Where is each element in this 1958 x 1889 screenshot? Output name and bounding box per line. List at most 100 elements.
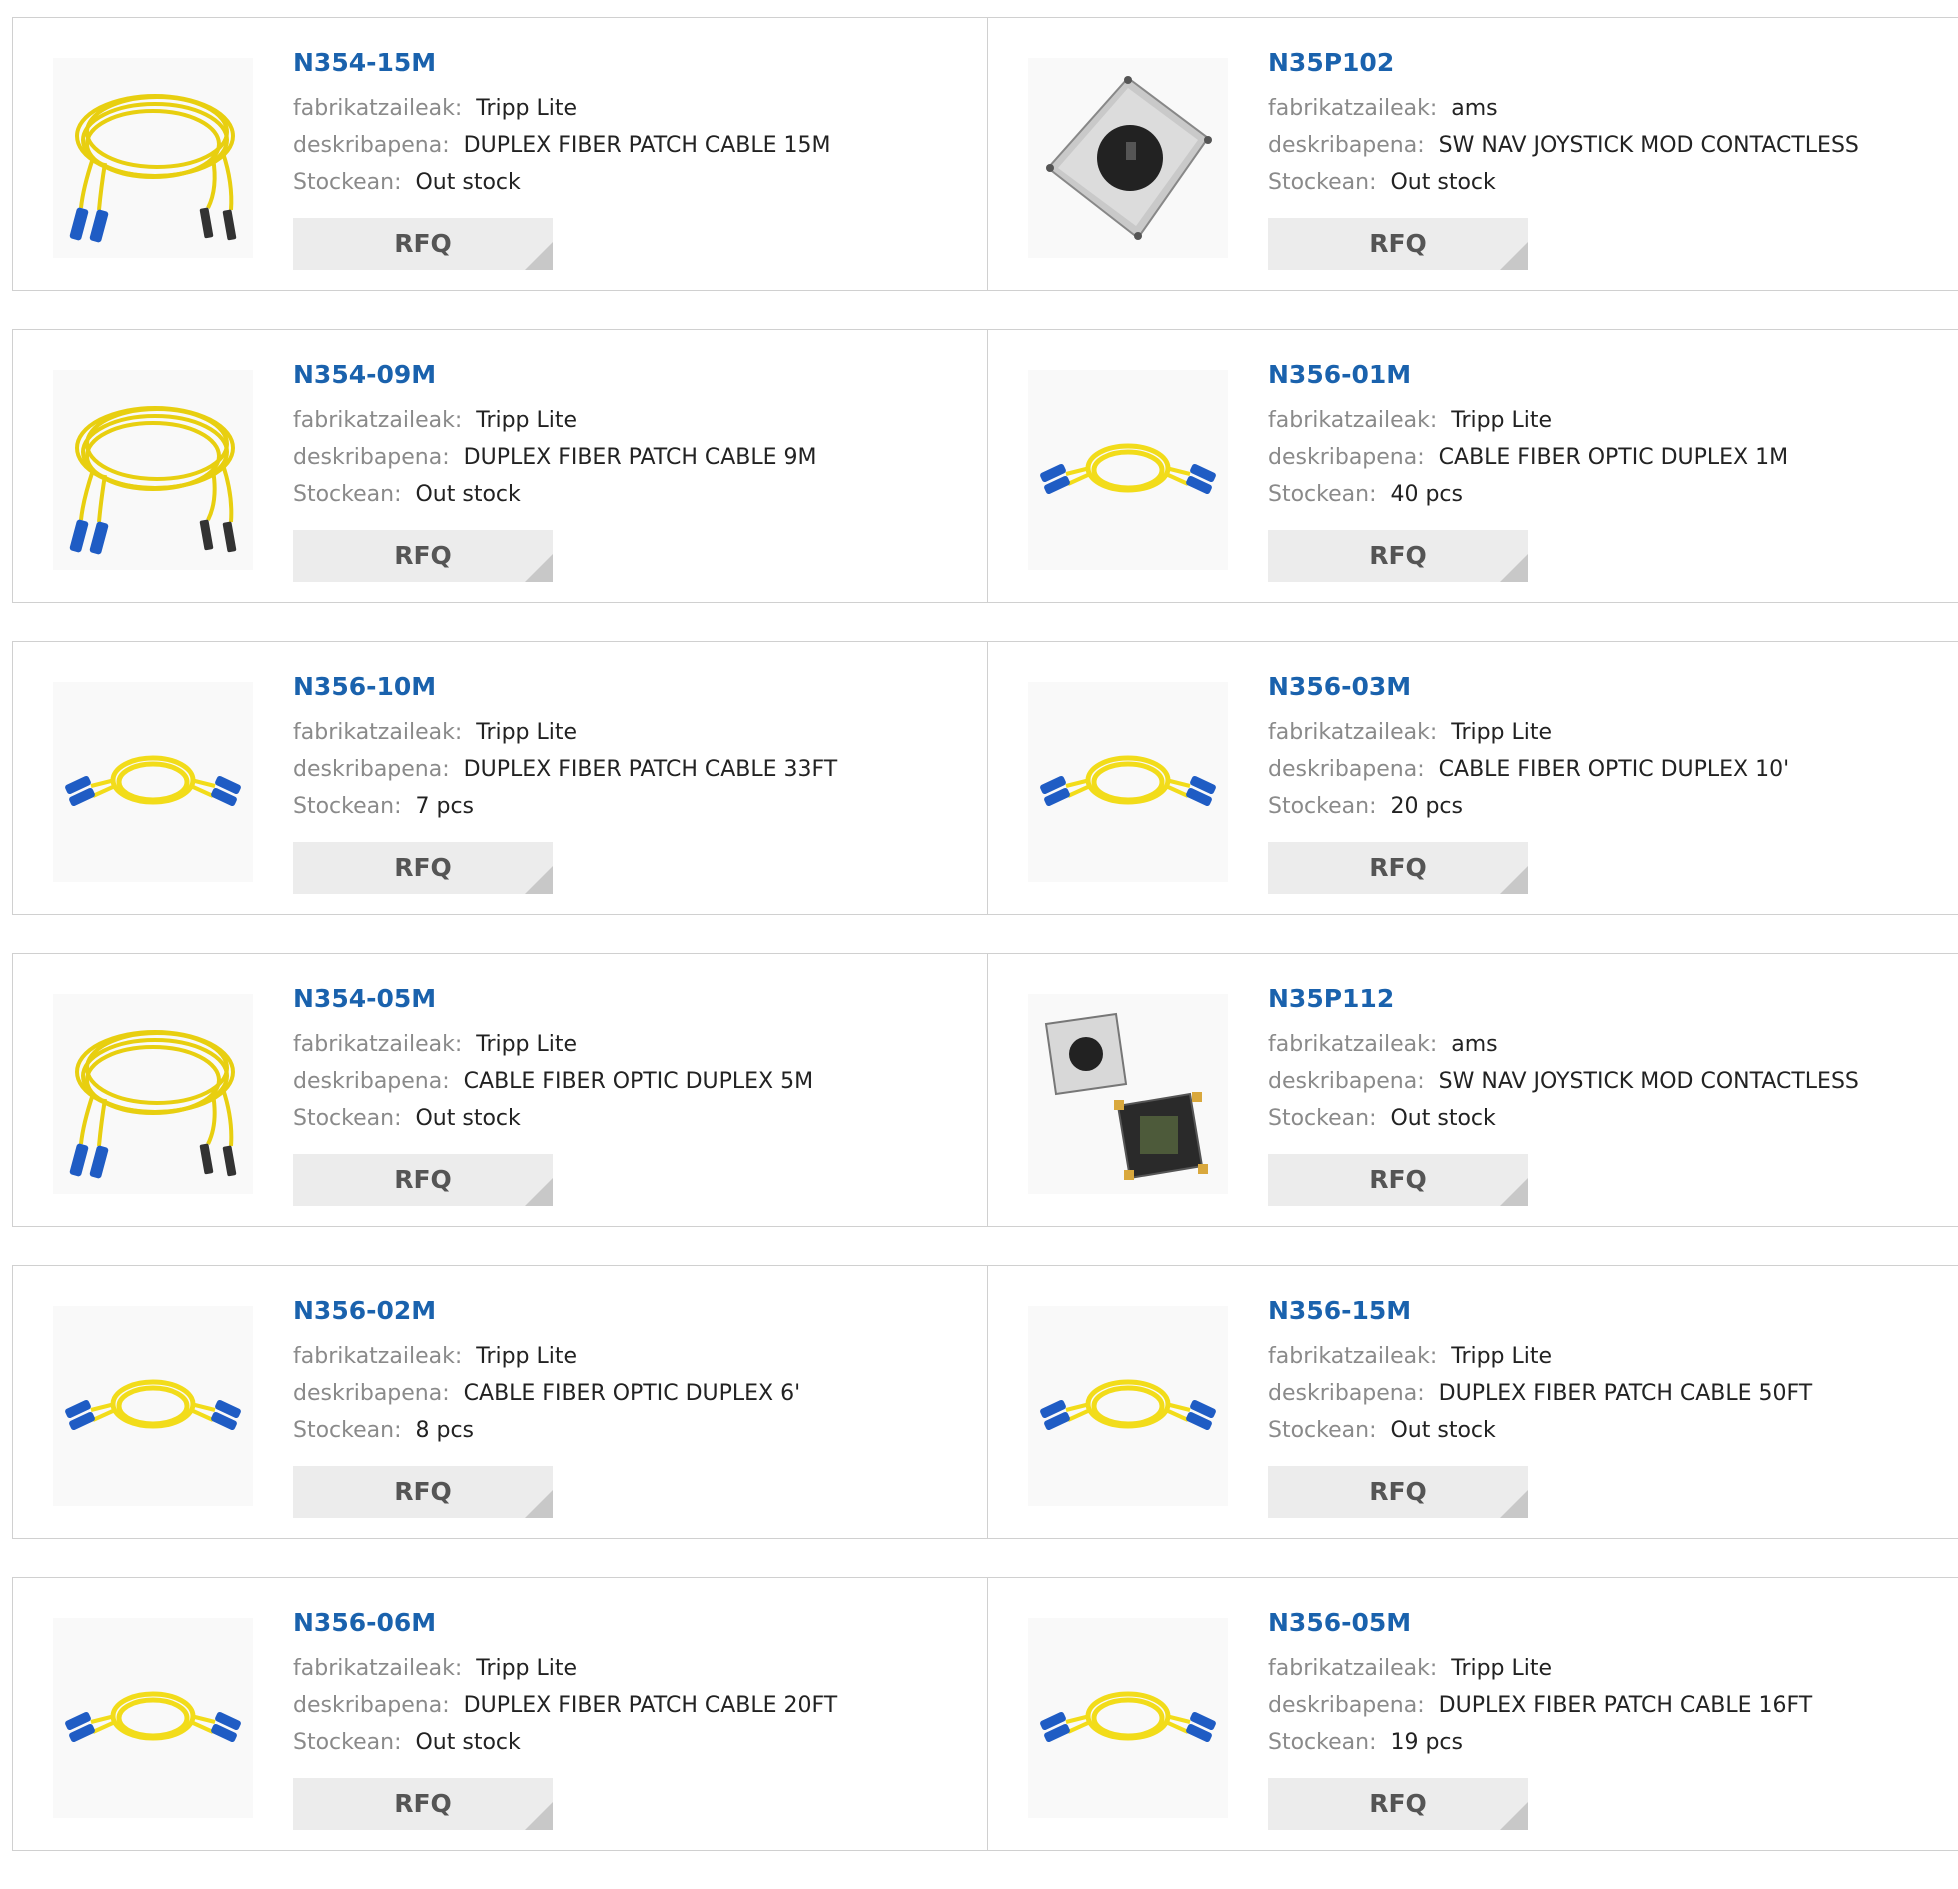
- corner-fold-icon: [525, 1802, 553, 1830]
- description-label: deskribapena:: [1268, 1693, 1425, 1718]
- description-value: DUPLEX FIBER PATCH CABLE 33FT: [463, 757, 838, 782]
- description-value: DUPLEX FIBER PATCH CABLE 9M: [463, 445, 817, 470]
- stock-label: Stockean:: [293, 1106, 402, 1131]
- manufacturer-label: fabrikatzaileak:: [1268, 1032, 1438, 1057]
- product-info: N356-06M fabrikatzaileak: Tripp Lite desk…: [293, 1608, 837, 1761]
- manufacturer-label: fabrikatzaileak:: [1268, 1656, 1438, 1681]
- corner-fold-icon: [1500, 1178, 1528, 1206]
- fiber-loop-sc-cable-icon: [1040, 1691, 1216, 1743]
- product-image[interactable]: [53, 1306, 253, 1506]
- product-image[interactable]: [53, 370, 253, 570]
- rfq-button[interactable]: RFQ: [1268, 1154, 1528, 1206]
- fiber-loop-sc-cable-icon: [1040, 755, 1216, 807]
- description-label: deskribapena:: [1268, 757, 1425, 782]
- product-image[interactable]: [53, 1618, 253, 1818]
- manufacturer-value: Tripp Lite: [476, 1344, 578, 1369]
- manufacturer-label: fabrikatzaileak:: [293, 1032, 463, 1057]
- product-card: N356-01M fabrikatzaileak: Tripp Lite desk…: [987, 330, 1958, 602]
- stock-label: Stockean:: [1268, 1418, 1377, 1443]
- part-number-link[interactable]: N35P102: [1268, 48, 1859, 78]
- part-number-link[interactable]: N356-03M: [1268, 672, 1789, 702]
- fiber-coil-st-cable-icon: [69, 1030, 237, 1179]
- description-line: deskribapena: DUPLEX FIBER PATCH CABLE 15…: [293, 127, 830, 164]
- description-label: deskribapena:: [293, 133, 450, 158]
- manufacturer-line: fabrikatzaileak: Tripp Lite: [293, 90, 830, 127]
- product-info: N356-10M fabrikatzaileak: Tripp Lite desk…: [293, 672, 837, 825]
- stock-value: Out stock: [415, 482, 521, 507]
- stock-label: Stockean:: [1268, 482, 1377, 507]
- rfq-button[interactable]: RFQ: [1268, 842, 1528, 894]
- product-image[interactable]: [1028, 682, 1228, 882]
- product-image[interactable]: [1028, 1618, 1228, 1818]
- description-label: deskribapena:: [293, 445, 450, 470]
- part-number-link[interactable]: N356-01M: [1268, 360, 1788, 390]
- product-image[interactable]: [1028, 370, 1228, 570]
- rfq-label: RFQ: [1369, 853, 1427, 882]
- product-image[interactable]: [53, 58, 253, 258]
- stock-line: Stockean: 40 pcs: [1268, 476, 1788, 513]
- rfq-button[interactable]: RFQ: [293, 1466, 553, 1518]
- part-number-link[interactable]: N356-05M: [1268, 1608, 1812, 1638]
- manufacturer-value: Tripp Lite: [1451, 1344, 1553, 1369]
- rfq-label: RFQ: [1369, 1477, 1427, 1506]
- part-number-link[interactable]: N35P112: [1268, 984, 1859, 1014]
- part-number-link[interactable]: N356-02M: [293, 1296, 800, 1326]
- rfq-button[interactable]: RFQ: [293, 530, 553, 582]
- product-image[interactable]: [53, 682, 253, 882]
- description-value: DUPLEX FIBER PATCH CABLE 16FT: [1438, 1693, 1813, 1718]
- stock-label: Stockean:: [1268, 1106, 1377, 1131]
- rfq-button[interactable]: RFQ: [293, 1154, 553, 1206]
- manufacturer-label: fabrikatzaileak:: [293, 1344, 463, 1369]
- part-number-link[interactable]: N354-05M: [293, 984, 813, 1014]
- rfq-label: RFQ: [1369, 541, 1427, 570]
- product-row: N356-10M fabrikatzaileak: Tripp Lite desk…: [12, 641, 1958, 915]
- product-image[interactable]: [53, 994, 253, 1194]
- product-row: N354-15M fabrikatzaileak: Tripp Lite desk…: [12, 17, 1958, 291]
- rfq-button[interactable]: RFQ: [293, 842, 553, 894]
- product-image[interactable]: [1028, 58, 1228, 258]
- description-line: deskribapena: DUPLEX FIBER PATCH CABLE 33…: [293, 751, 837, 788]
- stock-line: Stockean: Out stock: [1268, 1100, 1859, 1137]
- description-line: deskribapena: DUPLEX FIBER PATCH CABLE 16…: [1268, 1687, 1812, 1724]
- rfq-button[interactable]: RFQ: [1268, 530, 1528, 582]
- product-image[interactable]: [1028, 1306, 1228, 1506]
- rfq-button[interactable]: RFQ: [1268, 1466, 1528, 1518]
- description-line: deskribapena: CABLE FIBER OPTIC DUPLEX 1M: [1268, 439, 1788, 476]
- corner-fold-icon: [525, 554, 553, 582]
- description-label: deskribapena:: [293, 1693, 450, 1718]
- stock-value: 7 pcs: [415, 794, 474, 819]
- product-info: N35P102 fabrikatzaileak: ams deskribapena…: [1268, 48, 1859, 201]
- rfq-label: RFQ: [394, 229, 452, 258]
- joystick-module-icon: [1046, 76, 1212, 240]
- manufacturer-line: fabrikatzaileak: Tripp Lite: [293, 1026, 813, 1063]
- product-image[interactable]: [1028, 994, 1228, 1194]
- description-label: deskribapena:: [293, 757, 450, 782]
- rfq-label: RFQ: [1369, 1789, 1427, 1818]
- rfq-button[interactable]: RFQ: [1268, 218, 1528, 270]
- description-label: deskribapena:: [1268, 1381, 1425, 1406]
- stock-label: Stockean:: [1268, 170, 1377, 195]
- description-line: deskribapena: CABLE FIBER OPTIC DUPLEX 5M: [293, 1063, 813, 1100]
- part-number-link[interactable]: N356-10M: [293, 672, 837, 702]
- rfq-button[interactable]: RFQ: [1268, 1778, 1528, 1830]
- part-number-link[interactable]: N354-09M: [293, 360, 816, 390]
- description-line: deskribapena: DUPLEX FIBER PATCH CABLE 9M: [293, 439, 816, 476]
- part-number-link[interactable]: N354-15M: [293, 48, 830, 78]
- rfq-label: RFQ: [1369, 229, 1427, 258]
- description-value: CABLE FIBER OPTIC DUPLEX 1M: [1438, 445, 1789, 470]
- description-line: deskribapena: SW NAV JOYSTICK MOD CONTACT…: [1268, 127, 1859, 164]
- part-number-link[interactable]: N356-15M: [1268, 1296, 1812, 1326]
- stock-value: Out stock: [415, 1106, 521, 1131]
- product-card: N354-05M fabrikatzaileak: Tripp Lite desk…: [13, 954, 987, 1226]
- rfq-button[interactable]: RFQ: [293, 218, 553, 270]
- manufacturer-value: Tripp Lite: [1451, 408, 1553, 433]
- stock-value: Out stock: [1390, 1106, 1496, 1131]
- manufacturer-line: fabrikatzaileak: ams: [1268, 1026, 1859, 1063]
- product-card: N356-02M fabrikatzaileak: Tripp Lite desk…: [13, 1266, 987, 1538]
- manufacturer-line: fabrikatzaileak: Tripp Lite: [1268, 714, 1789, 751]
- product-card: N356-05M fabrikatzaileak: Tripp Lite desk…: [987, 1578, 1958, 1850]
- stock-value: Out stock: [1390, 170, 1496, 195]
- manufacturer-line: fabrikatzaileak: Tripp Lite: [293, 714, 837, 751]
- rfq-button[interactable]: RFQ: [293, 1778, 553, 1830]
- part-number-link[interactable]: N356-06M: [293, 1608, 837, 1638]
